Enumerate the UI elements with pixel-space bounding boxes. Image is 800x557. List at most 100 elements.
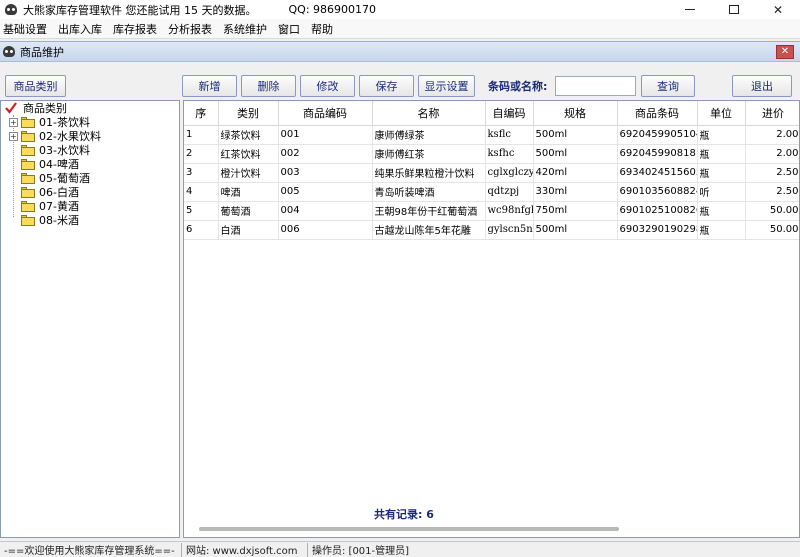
minimize-button[interactable] — [668, 0, 712, 19]
table-row[interactable]: 1 绿茶饮料 001 康师傅绿茶 ksflc 500ml 69204599051… — [184, 125, 799, 145]
menu-system-maintenance[interactable]: 系统维护 — [220, 21, 271, 37]
menu-stock-in-out[interactable]: 出库入库 — [55, 21, 106, 37]
category-button[interactable]: 商品类别 — [5, 75, 66, 97]
cell-spec: 500ml — [533, 144, 618, 164]
cell-unit: 瓶 — [697, 220, 746, 240]
cell-unit: 瓶 — [697, 163, 746, 183]
tree-item-06[interactable]: 06-白酒 — [9, 185, 79, 199]
tree-item-01[interactable]: + 01-茶饮料 — [9, 115, 90, 129]
menu-window[interactable]: 窗口 — [275, 21, 304, 37]
cell-price: 2.00 — [745, 144, 799, 164]
col-header-index[interactable]: 序 — [184, 101, 219, 126]
menu-bar: 基础设置 出库入库 库存报表 分析报表 系统维护 窗口 帮助 — [0, 19, 800, 39]
status-website: 网站: www.dxjsoft.com — [182, 542, 308, 557]
maximize-button[interactable] — [712, 0, 756, 19]
close-icon: ✕ — [772, 2, 784, 17]
tree-item-07[interactable]: 07-黄酒 — [9, 199, 79, 213]
query-button[interactable]: 查询 — [641, 75, 695, 97]
folder-icon — [21, 186, 35, 198]
cell-unit: 听 — [697, 182, 746, 202]
col-header-name[interactable]: 名称 — [372, 101, 486, 126]
cell-self-code: qdtzpj — [485, 182, 534, 202]
cell-self-code: ksflc — [485, 125, 534, 145]
app-title: 大熊家库存管理软件 您还能试用 15 天的数据。 — [23, 3, 257, 17]
menu-analysis-report[interactable]: 分析报表 — [165, 21, 216, 37]
cell-barcode: 6934024515605 — [617, 163, 698, 183]
save-button[interactable]: 保存 — [359, 75, 414, 97]
horizontal-scrollbar[interactable] — [199, 527, 619, 531]
search-input[interactable] — [555, 76, 636, 96]
cell-self-code: cglxglczy — [485, 163, 534, 183]
menu-basic-settings[interactable]: 基础设置 — [0, 21, 51, 37]
cell-barcode: 6920459908181 — [617, 144, 698, 164]
add-button[interactable]: 新增 — [182, 75, 237, 97]
col-header-self-code[interactable]: 自编码 — [485, 101, 534, 126]
cell-barcode: 6920459905104 — [617, 125, 698, 145]
cell-price: 50.00 — [745, 201, 799, 221]
status-operator: 操作员: [001-管理员] — [312, 546, 410, 557]
col-header-code[interactable]: 商品编码 — [278, 101, 373, 126]
col-header-unit[interactable]: 单位 — [697, 101, 746, 126]
col-header-price[interactable]: 进价 — [745, 101, 799, 126]
cell-name: 康师傅红茶 — [372, 144, 486, 164]
status-welcome: -==欢迎使用大熊家库存管理系统==- — [0, 542, 182, 557]
table-row[interactable]: 5 葡萄酒 004 王朝98年份干红葡萄酒 wc98nfghp 750ml 69… — [184, 201, 799, 221]
cell-price: 2.50 — [745, 182, 799, 202]
child-close-button[interactable]: ✕ — [776, 45, 794, 59]
cell-barcode: 6901025100826 — [617, 201, 698, 221]
table-row[interactable]: 6 白酒 006 古越龙山陈年5年花雕 gylscn5nh 500ml 6903… — [184, 220, 799, 240]
close-button[interactable]: ✕ — [756, 0, 800, 19]
cell-spec: 500ml — [533, 220, 618, 240]
tree-item-08[interactable]: 08-米酒 — [9, 213, 79, 227]
col-header-spec[interactable]: 规格 — [533, 101, 618, 126]
cell-barcode: 6903290190298 — [617, 220, 698, 240]
cell-index: 1 — [184, 125, 219, 145]
cell-index: 3 — [184, 163, 219, 183]
cell-price: 50.00 — [745, 220, 799, 240]
folder-icon — [21, 172, 35, 184]
close-icon: ✕ — [780, 46, 790, 57]
edit-button[interactable]: 修改 — [300, 75, 355, 97]
cell-category: 橙汁饮料 — [218, 163, 279, 183]
child-title-bar: 商品维护 ✕ — [0, 42, 800, 62]
display-settings-button[interactable]: 显示设置 — [418, 75, 475, 97]
expand-icon[interactable]: + — [9, 131, 18, 141]
delete-button[interactable]: 删除 — [241, 75, 296, 97]
status-bar: -==欢迎使用大熊家库存管理系统==- 网站: www.dxjsoft.com … — [0, 541, 800, 557]
table-header: 序 类别 商品编码 名称 自编码 规格 商品条码 单位 进价 — [184, 101, 799, 126]
tree-item-04[interactable]: 04-啤酒 — [9, 157, 79, 171]
child-title: 商品维护 — [20, 45, 64, 59]
exit-button[interactable]: 退出 — [732, 75, 792, 97]
cell-price: 2.50 — [745, 163, 799, 183]
cell-category: 红茶饮料 — [218, 144, 279, 164]
cell-name: 纯果乐鲜果粒橙汁饮料 — [372, 163, 486, 183]
col-header-barcode[interactable]: 商品条码 — [617, 101, 698, 126]
table-row[interactable]: 2 红茶饮料 002 康师傅红茶 ksfhc 500ml 69204599081… — [184, 144, 799, 164]
col-header-category[interactable]: 类别 — [218, 101, 279, 126]
menu-help[interactable]: 帮助 — [308, 21, 337, 37]
tree-item-03[interactable]: 03-水饮料 — [9, 143, 90, 157]
cell-spec: 500ml — [533, 125, 618, 145]
window-controls: ✕ — [668, 0, 800, 19]
cell-self-code: wc98nfghp — [485, 201, 534, 221]
cell-name: 康师傅绿茶 — [372, 125, 486, 145]
cell-name: 古越龙山陈年5年花雕 — [372, 220, 486, 240]
cell-code: 006 — [278, 220, 373, 240]
record-count: 共有记录: 6 — [374, 508, 434, 521]
cell-code: 002 — [278, 144, 373, 164]
tree-item-02[interactable]: + 02-水果饮料 — [9, 129, 101, 143]
cell-price: 2.00 — [745, 125, 799, 145]
table-row[interactable]: 4 啤酒 005 青岛听装啤酒 qdtzpj 330ml 69010356088… — [184, 182, 799, 202]
expand-icon[interactable]: + — [9, 117, 18, 127]
tree-root[interactable]: 商品类别 — [23, 101, 67, 115]
bear-logo-icon — [4, 3, 18, 16]
menu-inventory-report[interactable]: 库存报表 — [110, 21, 161, 37]
cell-barcode: 6901035608824 — [617, 182, 698, 202]
tree-item-05[interactable]: 05-葡萄酒 — [9, 171, 90, 185]
table-row[interactable]: 3 橙汁饮料 003 纯果乐鲜果粒橙汁饮料 cglxglczy 420ml 69… — [184, 163, 799, 183]
bear-logo-icon — [3, 45, 16, 58]
search-label: 条码或名称: — [488, 80, 548, 93]
tree-item-label: 08-米酒 — [39, 214, 79, 227]
folder-icon — [21, 214, 35, 226]
folder-icon — [21, 130, 35, 142]
